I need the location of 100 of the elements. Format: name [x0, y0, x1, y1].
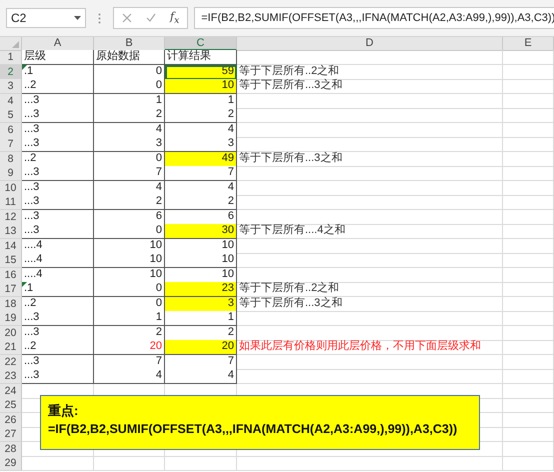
- empty-cell: [503, 456, 554, 471]
- column-header[interactable]: D: [237, 37, 503, 51]
- row-header[interactable]: 14: [0, 238, 22, 254]
- value-cell: 4: [94, 369, 165, 384]
- value-cell: 1: [94, 311, 165, 326]
- row-header[interactable]: 17: [0, 282, 22, 297]
- empty-cell: [503, 64, 554, 80]
- level-cell: ..2: [22, 152, 94, 166]
- row-header[interactable]: 29: [0, 456, 22, 471]
- note-cell: 如果此层有价格则用此层价格，不用下面层级求和: [237, 340, 503, 355]
- row-header[interactable]: 11: [0, 195, 22, 210]
- row-header[interactable]: 8: [0, 152, 22, 166]
- empty-cell: [503, 152, 554, 166]
- note-cell: 等于下层所有..2之和: [237, 282, 503, 297]
- result-cell: 4: [165, 369, 237, 384]
- empty-cell: [94, 456, 165, 471]
- column-title-cell: 层级: [22, 50, 94, 65]
- empty-cell: [503, 210, 554, 224]
- level-cell: ...3: [22, 210, 94, 224]
- row-header[interactable]: 10: [0, 180, 22, 196]
- row-header[interactable]: 26: [0, 412, 22, 428]
- result-cell: 10: [165, 253, 237, 268]
- value-cell: 0: [94, 282, 165, 297]
- value-cell: 10: [94, 253, 165, 268]
- insert-function-button[interactable]: f$_{x}$: [170, 10, 180, 26]
- row-header[interactable]: 27: [0, 427, 22, 442]
- row-header[interactable]: 7: [0, 137, 22, 152]
- value-cell: 7: [94, 166, 165, 181]
- empty-cell: [503, 253, 554, 268]
- row-header[interactable]: 2: [0, 64, 22, 80]
- empty-cell: [165, 456, 237, 471]
- empty-cell: [503, 137, 554, 152]
- value-cell: 2: [94, 108, 165, 123]
- row-header[interactable]: 12: [0, 210, 22, 224]
- row-header[interactable]: 23: [0, 369, 22, 384]
- level-cell: ..2: [22, 296, 94, 312]
- empty-cell: [503, 268, 554, 282]
- level-cell: ...3: [22, 180, 94, 196]
- value-cell: 3: [94, 137, 165, 152]
- drag-handle-icon[interactable]: [98, 12, 101, 24]
- level-cell: ...3: [22, 166, 94, 181]
- column-title-cell: 计算结果: [165, 50, 237, 65]
- level-cell: ..2: [22, 340, 94, 355]
- empty-cell: [503, 180, 554, 196]
- level-cell: ...3: [22, 137, 94, 152]
- row-header[interactable]: 3: [0, 79, 22, 94]
- level-cell: ...3: [22, 122, 94, 138]
- column-header[interactable]: E: [503, 37, 554, 51]
- caret-icon: [74, 16, 81, 20]
- row-header[interactable]: 21: [0, 340, 22, 355]
- row-header[interactable]: 20: [0, 326, 22, 340]
- empty-cell: [503, 122, 554, 138]
- column-header[interactable]: C: [165, 37, 237, 51]
- level-cell: .1: [22, 64, 94, 80]
- empty-cell: [503, 282, 554, 297]
- result-cell: 3: [165, 137, 237, 152]
- cancel-icon[interactable]: [122, 13, 132, 23]
- note-cell: 等于下层所有..2之和: [237, 64, 503, 80]
- row-header[interactable]: 18: [0, 296, 22, 312]
- result-cell: 2: [165, 195, 237, 210]
- row-header[interactable]: 4: [0, 94, 22, 108]
- row-header[interactable]: 19: [0, 311, 22, 326]
- level-cell: ...3: [22, 326, 94, 340]
- row-header[interactable]: 24: [0, 384, 22, 398]
- result-cell: 30: [165, 224, 237, 239]
- note-cell: 等于下层所有...3之和: [237, 296, 503, 312]
- callout-formula: =IF(B2,B2,SUMIF(OFFSET(A3,,,IFNA(MATCH(A2,A3:A99,),99)),A3,C3)): [48, 422, 458, 436]
- empty-cell: [503, 108, 554, 123]
- name-box[interactable]: C2: [6, 8, 86, 28]
- row-header[interactable]: 5: [0, 108, 22, 123]
- value-cell: 0: [94, 224, 165, 239]
- row-header[interactable]: 1: [0, 50, 22, 65]
- level-cell: ...3: [22, 311, 94, 326]
- row-header[interactable]: 22: [0, 354, 22, 370]
- row-header[interactable]: 13: [0, 224, 22, 239]
- empty-cell: [503, 195, 554, 210]
- result-cell: 49: [165, 152, 237, 166]
- empty-cell: [503, 354, 554, 370]
- select-all-corner[interactable]: [0, 37, 22, 51]
- empty-cell: [503, 296, 554, 312]
- note-cell: 等于下层所有....4之和: [237, 224, 503, 239]
- row-header[interactable]: 6: [0, 122, 22, 138]
- empty-cell: [503, 442, 554, 456]
- triangle-icon: [12, 41, 19, 48]
- callout-title: 重点:: [48, 402, 80, 420]
- row-header[interactable]: 25: [0, 398, 22, 413]
- column-title-cell: 原始数据: [94, 50, 165, 65]
- result-cell: 10: [165, 79, 237, 94]
- level-cell: ....4: [22, 268, 94, 282]
- result-cell: 3: [165, 296, 237, 312]
- row-header[interactable]: 16: [0, 268, 22, 282]
- row-header[interactable]: 28: [0, 442, 22, 456]
- result-cell: 7: [165, 166, 237, 181]
- row-header[interactable]: 15: [0, 253, 22, 268]
- check-icon[interactable]: [146, 13, 156, 23]
- row-header[interactable]: 9: [0, 166, 22, 181]
- empty-cell: [503, 94, 554, 108]
- level-cell: ....4: [22, 253, 94, 268]
- level-cell: ...3: [22, 94, 94, 108]
- level-cell: ...3: [22, 108, 94, 123]
